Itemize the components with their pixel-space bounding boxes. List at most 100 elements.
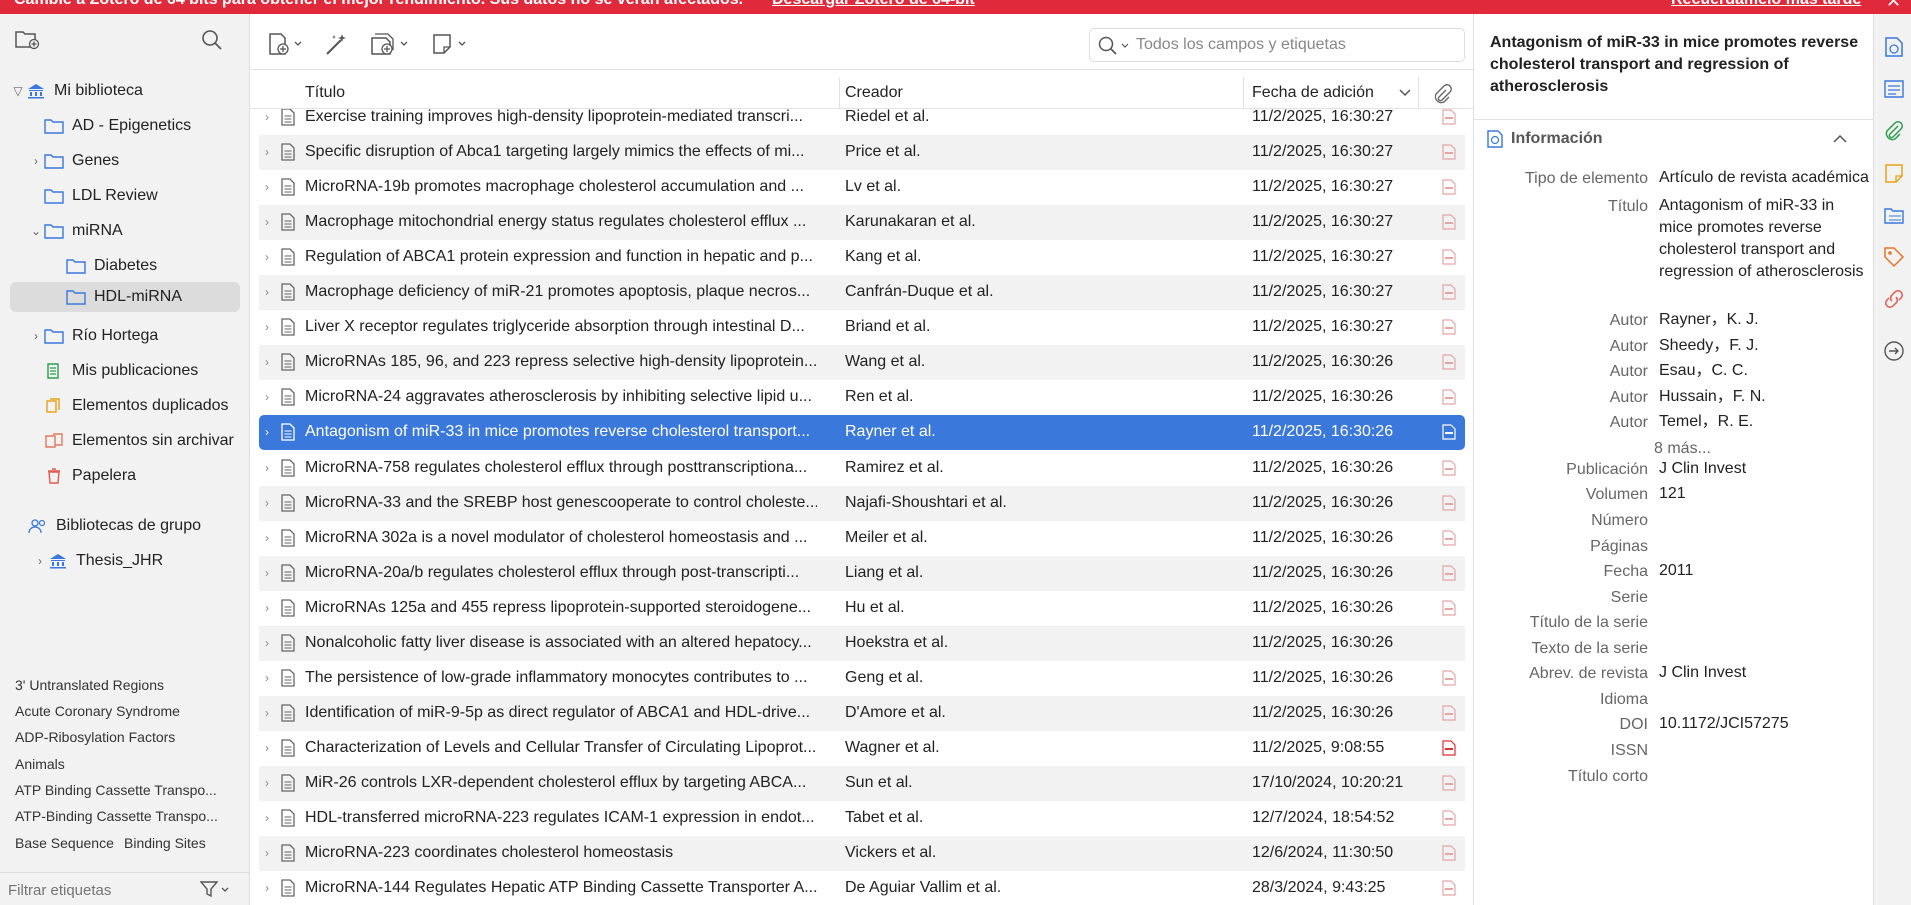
item-row[interactable]: › MiR-26 controls LXR-dependent cholester… [259, 765, 1465, 801]
field-value[interactable]: Hussain，F. N. [1659, 386, 1869, 408]
duplicate-items[interactable]: Elementos duplicados [28, 391, 240, 421]
tag[interactable]: ATP-Binding Cassette Transpo... [15, 808, 218, 824]
field-value[interactable]: 2011 [1659, 560, 1869, 582]
item-row[interactable]: › MicroRNA-19b promotes macrophage choles… [259, 170, 1465, 205]
new-collection-icon[interactable] [14, 28, 40, 50]
tag[interactable]: 3' Untranslated Regions [15, 677, 164, 693]
chevron-right-icon[interactable]: › [265, 671, 277, 685]
chevron-right-icon[interactable]: › [265, 776, 277, 790]
close-banner-icon[interactable]: ✕ [1886, 0, 1901, 12]
info-nav-icon[interactable] [1883, 36, 1905, 58]
chevron-right-icon[interactable]: › [265, 601, 277, 615]
info-section-header[interactable]: Información [1474, 119, 1874, 155]
collection-ldl-review[interactable]: LDL Review [28, 181, 240, 211]
tag[interactable]: Binding Sites [124, 835, 206, 851]
item-row[interactable]: › Liver X receptor regulates triglyceride… [259, 310, 1465, 345]
item-row[interactable]: › MicroRNAs 125a and 455 repress lipoprot… [259, 591, 1465, 626]
pdf-attachment-icon[interactable] [1442, 109, 1456, 125]
item-row[interactable]: › MicroRNA-223 coordinates cholesterol ho… [259, 836, 1465, 872]
chevron-right-icon[interactable]: › [265, 355, 277, 369]
field-value[interactable]: J Clin Invest [1659, 458, 1869, 480]
more-authors-link[interactable]: 8 más... [1654, 438, 1864, 460]
tag[interactable]: Acute Coronary Syndrome [15, 703, 180, 719]
chevron-right-icon[interactable]: › [28, 154, 44, 168]
item-row[interactable]: › Identification of miR-9-5p as direct re… [259, 695, 1465, 731]
search-box[interactable] [1089, 28, 1465, 62]
chevron-right-icon[interactable]: › [265, 496, 277, 510]
field-value[interactable]: Rayner，K. J. [1659, 309, 1869, 331]
field-value[interactable]: J Clin Invest [1659, 662, 1869, 684]
tree-my-library[interactable]: ▽ Mi biblioteca [10, 76, 240, 106]
pdf-attachment-icon[interactable] [1442, 249, 1456, 265]
field-value[interactable]: Artículo de revista académica [1659, 167, 1874, 189]
chevron-down-icon[interactable]: ⌄ [28, 224, 44, 238]
locate-nav-icon[interactable] [1883, 340, 1905, 362]
item-row[interactable]: › MicroRNA-24 aggravates atherosclerosis … [259, 380, 1465, 415]
chevron-right-icon[interactable]: › [265, 285, 277, 299]
attachments-column-icon[interactable] [1432, 84, 1452, 104]
chevron-right-icon[interactable]: › [265, 531, 277, 545]
notes-nav-icon[interactable] [1883, 162, 1905, 184]
column-creator[interactable]: Creador [845, 84, 903, 102]
column-date-added[interactable]: Fecha de adición [1252, 84, 1374, 102]
sort-descending-icon[interactable] [1398, 88, 1412, 98]
item-row[interactable]: › Exercise training improves high-density… [259, 109, 1465, 135]
pdf-attachment-icon[interactable] [1442, 214, 1456, 230]
chevron-right-icon[interactable]: › [265, 881, 277, 895]
item-row[interactable]: › MicroRNA-20a/b regulates cholesterol ef… [259, 555, 1465, 591]
item-row[interactable]: › Regulation of ABCA1 protein expression … [259, 240, 1465, 275]
item-row[interactable]: › The persistence of low-grade inflammato… [259, 661, 1465, 696]
new-item-icon[interactable] [267, 32, 307, 56]
tag[interactable]: ATP Binding Cassette Transpo... [15, 782, 217, 798]
field-value[interactable]: Esau，C. C. [1659, 360, 1869, 382]
item-row[interactable]: › Macrophage deficiency of miR-21 promote… [259, 275, 1465, 311]
field-value[interactable]: Sheedy，F. J. [1659, 335, 1869, 357]
item-row[interactable]: › Characterization of Levels and Cellular… [259, 731, 1465, 766]
collection-mirna[interactable]: ⌄ miRNA [28, 216, 240, 246]
chevron-right-icon[interactable]: › [32, 554, 48, 568]
chevron-right-icon[interactable]: › [265, 636, 277, 650]
pdf-attachment-icon[interactable] [1442, 845, 1456, 861]
item-row[interactable]: › Nonalcoholic fatty liver disease is ass… [259, 625, 1465, 661]
chevron-right-icon[interactable]: › [28, 329, 44, 343]
field-value[interactable]: Temel，R. E. [1659, 411, 1869, 433]
item-row[interactable]: › MicroRNAs 185, 96, and 223 repress sele… [259, 345, 1465, 381]
search-input[interactable] [1136, 35, 1456, 55]
pdf-attachment-icon[interactable] [1442, 284, 1456, 300]
chevron-right-icon[interactable]: › [265, 390, 277, 404]
chevron-right-icon[interactable]: › [265, 811, 277, 825]
collection-diabetes[interactable]: Diabetes [50, 251, 240, 281]
column-title[interactable]: Título [305, 84, 345, 102]
chevron-right-icon[interactable]: › [265, 741, 277, 755]
chevron-right-icon[interactable]: › [265, 320, 277, 334]
chevron-right-icon[interactable]: › [265, 145, 277, 159]
chevron-up-icon[interactable] [1832, 134, 1848, 144]
chevron-right-icon[interactable]: › [265, 461, 277, 475]
tag[interactable]: ADP-Ribosylation Factors [15, 729, 175, 745]
chevron-right-icon[interactable]: › [265, 110, 277, 124]
related-nav-icon[interactable] [1883, 288, 1905, 310]
group-libraries[interactable]: Bibliotecas de grupo [12, 511, 240, 541]
remind-later-link[interactable]: Recuérdamelo más tarde [1671, 0, 1861, 9]
unfiled-items[interactable]: Elementos sin archivar [28, 426, 240, 456]
chevron-right-icon[interactable]: › [265, 425, 277, 439]
item-row[interactable]: › MicroRNA-33 and the SREBP host genescoo… [259, 485, 1465, 521]
my-publications[interactable]: Mis publicaciones [28, 356, 240, 386]
chevron-right-icon[interactable]: › [265, 180, 277, 194]
trash[interactable]: Papelera [28, 461, 240, 491]
item-row[interactable]: › HDL-transferred microRNA-223 regulates … [259, 801, 1465, 836]
item-row[interactable]: › MicroRNA-144 Regulates Hepatic ATP Bind… [259, 871, 1465, 905]
tag[interactable]: Base Sequence [15, 835, 114, 851]
libraries-collections-nav-icon[interactable] [1883, 204, 1905, 226]
abstract-nav-icon[interactable] [1883, 78, 1905, 100]
chevron-right-icon[interactable]: › [265, 215, 277, 229]
add-by-identifier-icon[interactable] [324, 32, 350, 56]
item-row[interactable]: › MicroRNA 302a is a novel modulator of c… [259, 521, 1465, 556]
field-value[interactable]: Antagonism of miR-33 in mice promotes re… [1659, 195, 1869, 283]
item-row[interactable]: › MicroRNA-758 regulates cholesterol effl… [259, 451, 1465, 486]
pdf-attachment-icon[interactable] [1442, 810, 1456, 826]
field-value[interactable]: 121 [1659, 483, 1869, 505]
collection-ad-epigenetics[interactable]: AD - Epigenetics [28, 111, 240, 141]
library-thesis-jhr[interactable]: › Thesis_JHR [32, 546, 240, 576]
pdf-attachment-icon[interactable] [1442, 144, 1456, 160]
